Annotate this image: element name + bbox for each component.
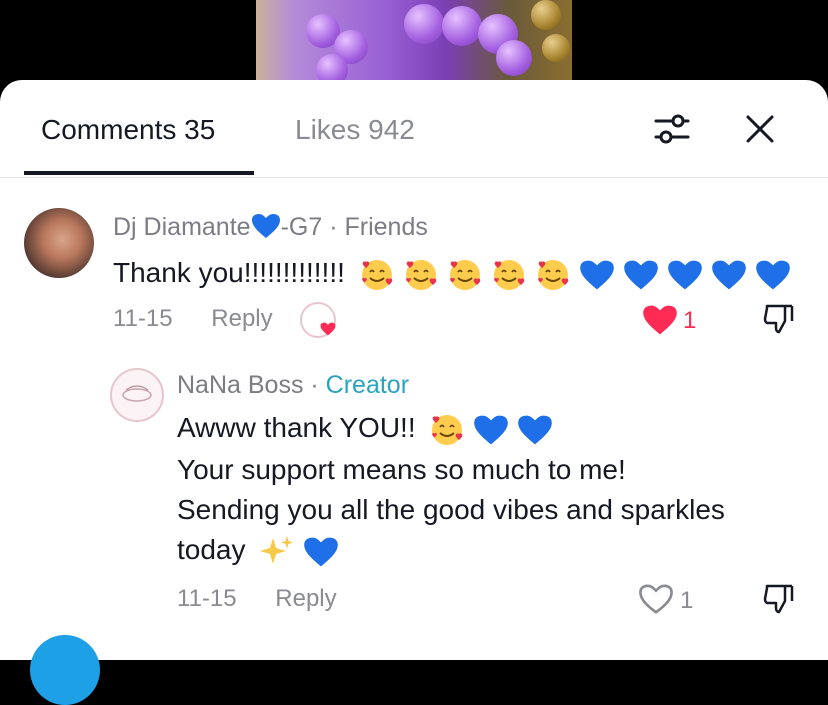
sparkles-icon xyxy=(260,535,294,564)
next-comment-avatar[interactable] xyxy=(30,635,100,705)
reply-date: 11-15 xyxy=(177,585,237,612)
dislike-icon[interactable] xyxy=(762,582,796,616)
reply-author-line: NaNa Boss · Creator xyxy=(177,371,410,399)
reply-text-line-1: Awww thank YOU!! xyxy=(177,408,553,448)
emoji-row xyxy=(429,412,553,448)
smiling-face-hearts-icon xyxy=(432,414,463,445)
like-count: 1 xyxy=(680,587,694,614)
creator-logo-icon xyxy=(122,385,152,402)
blue-heart-icon xyxy=(474,415,509,445)
video-preview xyxy=(0,0,828,90)
reply-author[interactable]: NaNa Boss xyxy=(177,371,303,399)
reply-text-4: today xyxy=(177,534,246,565)
reply-button[interactable]: Reply xyxy=(275,585,336,612)
reply-meta: 11-15 Reply xyxy=(177,585,337,613)
reply-item: NaNa Boss · Creator Awww thank YOU!! You… xyxy=(0,80,828,640)
blue-heart-icon xyxy=(518,415,553,445)
emoji-row xyxy=(259,534,339,570)
comments-sheet: Comments 35 Likes 942 Dj Diamante -G7 · F… xyxy=(0,80,828,705)
blue-heart-icon xyxy=(304,537,339,567)
reply-text-line-2: Your support means so much to me! xyxy=(177,454,626,485)
creator-badge: Creator xyxy=(325,371,410,399)
creator-avatar[interactable] xyxy=(110,368,164,422)
like-heart-outline-icon[interactable] xyxy=(638,583,674,615)
reply-text-1: Awww thank YOU!! xyxy=(177,412,416,443)
reply-text-line-3: Sending you all the good vibes and spark… xyxy=(177,494,725,525)
video-thumbnail xyxy=(256,0,572,90)
reply-text-line-4: today xyxy=(177,530,339,570)
